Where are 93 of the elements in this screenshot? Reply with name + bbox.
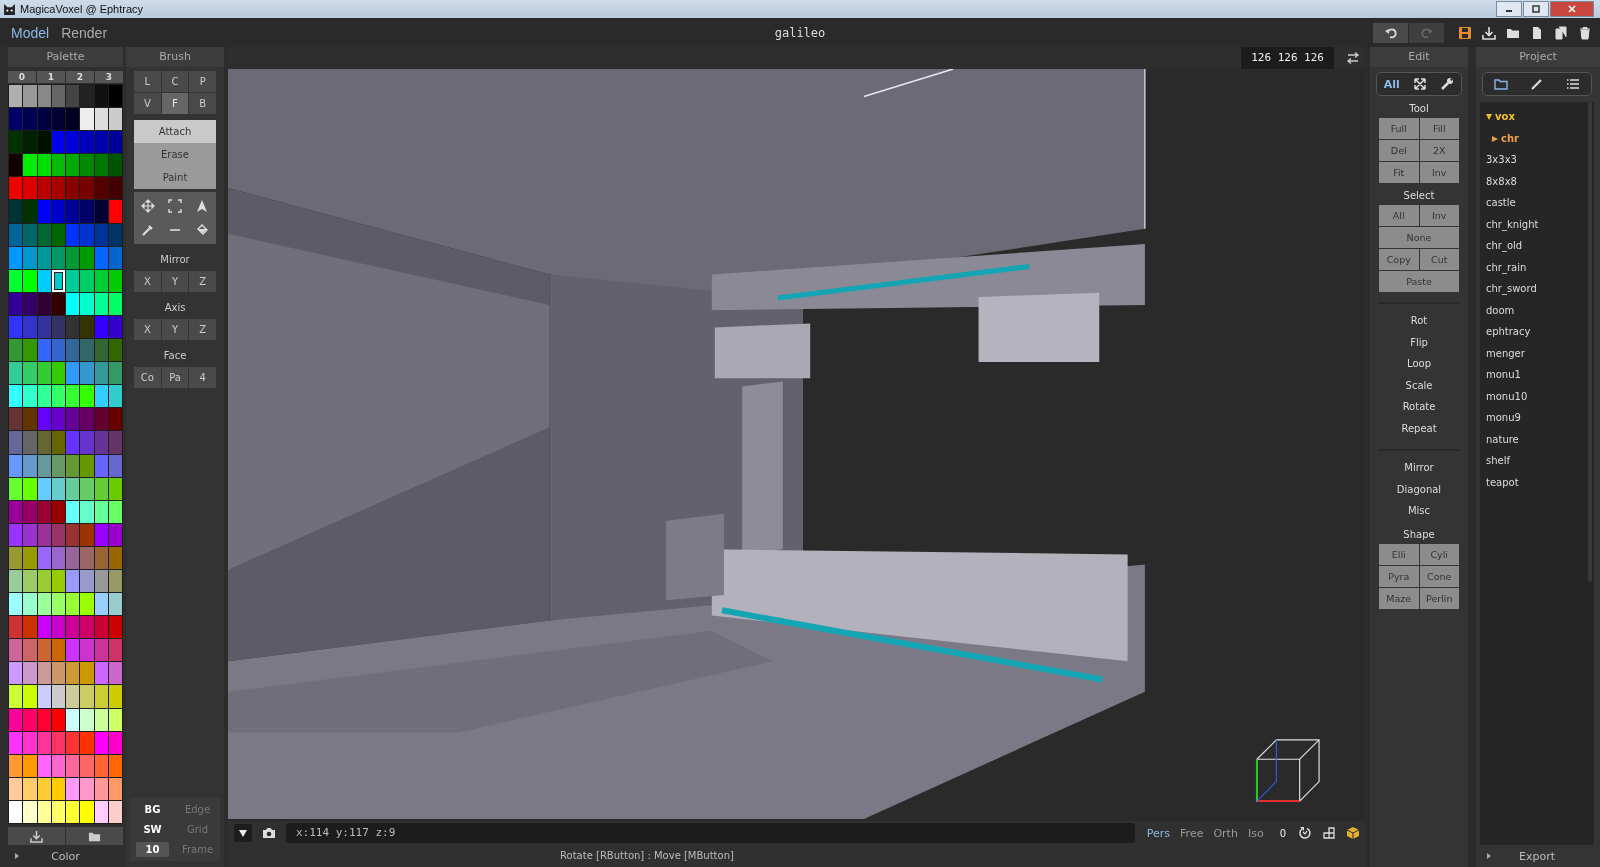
frame-field[interactable]: 10 <box>135 842 170 857</box>
edit-button[interactable]: Copy <box>1379 249 1419 270</box>
file-item[interactable]: castle <box>1486 192 1594 214</box>
edit-button[interactable]: None <box>1379 227 1459 248</box>
brush-type-button[interactable]: L <box>134 71 161 92</box>
edit-button[interactable]: All <box>1379 205 1419 226</box>
edit-button[interactable]: Perlin <box>1419 587 1459 609</box>
coordinates-field: x:114 y:117 z:9 <box>286 823 1135 843</box>
brush-type-button[interactable]: F <box>161 93 189 114</box>
axis-button[interactable]: Y <box>161 319 189 340</box>
brush-type-button[interactable]: P <box>189 71 216 92</box>
file-item[interactable]: chr_rain <box>1486 256 1594 278</box>
file-item[interactable]: chr_knight <box>1486 213 1594 235</box>
file-item[interactable]: teapot <box>1486 471 1594 493</box>
edit-button[interactable]: Del <box>1379 140 1419 161</box>
axis-button[interactable]: X <box>134 319 161 340</box>
file-item[interactable]: shelf <box>1486 450 1594 472</box>
color-label: Color <box>51 849 80 863</box>
axis-button[interactable]: 4 <box>189 367 216 388</box>
dimensions-field[interactable]: 126 126 126 <box>1241 47 1334 69</box>
export-label[interactable]: Export <box>1519 849 1555 863</box>
axis-button[interactable]: Pa <box>161 367 189 388</box>
section-title: Mirror <box>159 254 191 265</box>
palette-page-tab[interactable]: 1 <box>37 71 65 83</box>
view-mode-tab[interactable]: Iso <box>1247 826 1264 840</box>
panel-header: Project <box>1476 47 1600 67</box>
file-item[interactable]: 8x8x8 <box>1486 170 1594 192</box>
edit-button[interactable]: Maze <box>1379 587 1419 609</box>
file-item[interactable]: monu9 <box>1486 407 1594 429</box>
edit-command[interactable]: Flip <box>1374 331 1464 353</box>
view-mode-tab[interactable]: Pers <box>1146 826 1171 840</box>
edit-button[interactable]: 2X <box>1419 140 1459 161</box>
panel-header: Palette <box>8 47 123 67</box>
panel-header: Edit <box>1370 47 1468 67</box>
section-title: Face <box>162 350 188 361</box>
window-title: MagicaVoxel @ Ephtracy <box>20 3 144 15</box>
file-item[interactable]: ephtracy <box>1486 321 1594 343</box>
edit-button[interactable]: Cyli <box>1419 543 1459 565</box>
file-item[interactable]: menger <box>1486 342 1594 364</box>
view-mode-tab[interactable]: Orth <box>1213 826 1238 840</box>
mode-tab[interactable]: Render <box>61 24 108 41</box>
edit-button[interactable]: Cut <box>1419 249 1459 270</box>
view-mode-tab[interactable]: Free <box>1180 826 1204 840</box>
edit-button[interactable]: Elli <box>1379 543 1419 565</box>
axis-button[interactable]: Z <box>189 319 216 340</box>
edit-command[interactable]: Mirror <box>1374 457 1464 479</box>
edit-command[interactable]: Repeat <box>1374 417 1464 439</box>
axis-button[interactable]: X <box>134 271 161 292</box>
counter-label: 0 <box>1279 827 1286 839</box>
section-title: Shape <box>1402 528 1436 540</box>
edit-button[interactable]: Paste <box>1379 271 1459 292</box>
edit-button[interactable]: Fit <box>1379 162 1419 183</box>
file-item[interactable]: doom <box>1486 299 1594 321</box>
tree-folder[interactable]: vox <box>1486 106 1594 128</box>
file-item[interactable]: chr_old <box>1486 235 1594 257</box>
file-item[interactable]: nature <box>1486 428 1594 450</box>
palette-page-tab[interactable]: 2 <box>66 71 94 83</box>
panel-header: Brush <box>126 47 224 67</box>
edit-command[interactable]: Misc <box>1374 500 1464 522</box>
status-bar: Rotate [RButton] : Move [MButton] <box>228 845 1366 867</box>
axis-button[interactable]: Y <box>161 271 189 292</box>
file-item[interactable]: chr_sword <box>1486 278 1594 300</box>
edit-command[interactable]: Rot <box>1374 310 1464 332</box>
section-title: Axis <box>163 302 187 313</box>
axis-button[interactable]: Co <box>134 367 161 388</box>
palette-page-tab[interactable]: 3 <box>95 71 123 83</box>
brush-type-button[interactable]: B <box>189 93 216 114</box>
palette-page-tab[interactable]: 0 <box>8 71 36 83</box>
display-toggle[interactable]: BG <box>144 802 161 817</box>
edit-button[interactable]: Cone <box>1419 565 1459 587</box>
edit-button[interactable]: Inv <box>1419 162 1459 183</box>
edit-command[interactable]: Scale <box>1374 374 1464 396</box>
all-tab[interactable]: All <box>1383 77 1400 91</box>
edit-command[interactable]: Rotate <box>1374 396 1464 418</box>
axis-button[interactable]: Z <box>189 271 216 292</box>
file-item[interactable]: monu10 <box>1486 385 1594 407</box>
display-toggle[interactable]: SW <box>143 822 162 837</box>
brush-type-button[interactable]: V <box>134 93 161 114</box>
edit-button[interactable]: Inv <box>1419 205 1459 226</box>
edit-button[interactable]: Fill <box>1419 118 1459 139</box>
edit-command[interactable]: Diagonal <box>1374 478 1464 500</box>
edit-button[interactable]: Full <box>1379 118 1419 139</box>
edit-button[interactable]: Pyra <box>1379 565 1419 587</box>
section-title: Tool <box>1408 103 1430 114</box>
file-item[interactable]: monu1 <box>1486 364 1594 386</box>
file-item[interactable]: 3x3x3 <box>1486 149 1594 171</box>
brush-type-button[interactable]: C <box>161 71 189 92</box>
tree-folder[interactable]: chr <box>1486 127 1594 149</box>
section-title: Select <box>1402 190 1436 201</box>
brush-mode-button[interactable]: Attach <box>134 120 216 143</box>
mode-tab[interactable]: Model <box>11 24 50 41</box>
edit-command[interactable]: Loop <box>1374 353 1464 375</box>
document-title: galileo <box>774 25 826 40</box>
